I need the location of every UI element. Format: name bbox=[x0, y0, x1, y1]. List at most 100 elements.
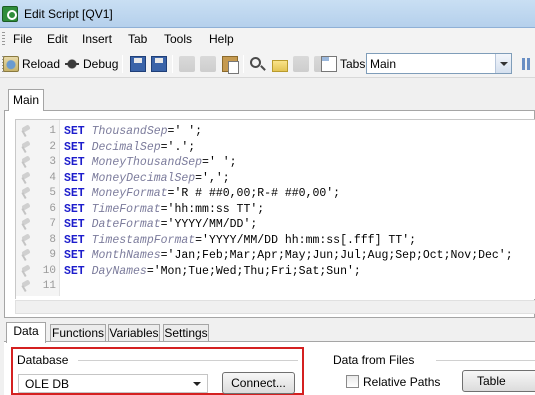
bottom-tab-strip: Data Functions Variables Settings bbox=[0, 320, 535, 343]
cut-icon bbox=[179, 56, 195, 72]
variable-name: MoneyFormat bbox=[91, 187, 168, 200]
save-icon bbox=[130, 56, 146, 72]
script-editor[interactable]: 1 SET ThousandSep=' '; 2 SET DecimalSep='.'… bbox=[15, 119, 535, 299]
line-code: SET MoneyThousandSep=' '; bbox=[64, 156, 237, 169]
pin-icon bbox=[20, 266, 32, 277]
undo-icon bbox=[293, 56, 309, 72]
database-select-value: OLE DB bbox=[25, 377, 70, 391]
script-line[interactable]: 6 SET TimeFormat='hh:mm:ss TT'; bbox=[16, 202, 535, 218]
panel-layout-icon[interactable] bbox=[522, 58, 535, 70]
variable-value: =' '; bbox=[167, 125, 203, 138]
copy-icon bbox=[200, 56, 216, 72]
menu-file[interactable]: File bbox=[13, 32, 32, 46]
script-line[interactable]: 1 SET ThousandSep=' '; bbox=[16, 124, 535, 140]
relative-paths-checkbox[interactable] bbox=[346, 375, 359, 388]
script-line[interactable]: 3 SET MoneyThousandSep=' '; bbox=[16, 155, 535, 171]
pin-icon bbox=[20, 219, 32, 230]
keyword: SET bbox=[64, 187, 85, 200]
database-select[interactable]: OLE DB bbox=[18, 374, 208, 393]
script-area: Main 1 SET ThousandSep=' '; 2 SET DecimalSe… bbox=[0, 79, 535, 319]
pin-icon bbox=[20, 126, 32, 137]
line-code: SET TimestampFormat='YYYY/MM/DD hh:mm:ss… bbox=[64, 234, 416, 247]
keyword: SET bbox=[64, 233, 85, 247]
folder-icon bbox=[272, 59, 288, 72]
tabs-button[interactable]: Tabs bbox=[318, 54, 365, 74]
line-code: SET MoneyDecimalSep=','; bbox=[64, 172, 230, 185]
database-legend: Database bbox=[17, 353, 69, 367]
line-number: 8 bbox=[49, 233, 56, 246]
menu-edit[interactable]: Edit bbox=[47, 32, 68, 46]
debug-button[interactable]: Debug bbox=[64, 54, 118, 74]
horizontal-scrollbar[interactable] bbox=[15, 300, 535, 314]
chevron-down-icon[interactable] bbox=[495, 54, 511, 73]
menu-insert[interactable]: Insert bbox=[82, 32, 112, 46]
variable-value: ='Jan;Feb;Mar;Apr;May;Jun;Jul;Aug;Sep;Oc… bbox=[160, 249, 513, 262]
script-line[interactable]: 11 bbox=[16, 279, 535, 295]
chevron-down-icon bbox=[193, 382, 201, 390]
keyword: SET bbox=[64, 249, 85, 262]
keyword: SET bbox=[64, 140, 85, 154]
menu-help[interactable]: Help bbox=[209, 32, 234, 46]
debug-label: Debug bbox=[83, 57, 119, 71]
debug-icon bbox=[64, 56, 80, 72]
tab-functions[interactable]: Functions bbox=[50, 324, 106, 342]
tabs-label: Tabs bbox=[340, 57, 366, 71]
variable-name: MonthNames bbox=[91, 249, 161, 262]
menu-bar: File Edit Insert Tab Tools Help bbox=[0, 28, 535, 50]
tabs-icon bbox=[321, 56, 337, 72]
pin-icon bbox=[20, 250, 32, 261]
line-number: 9 bbox=[49, 249, 56, 261]
line-number: 3 bbox=[49, 156, 56, 168]
save-as-icon bbox=[151, 56, 167, 72]
find-button[interactable] bbox=[250, 54, 264, 74]
menu-grip[interactable] bbox=[2, 32, 5, 46]
line-code: SET DateFormat='YYYY/MM/DD'; bbox=[64, 218, 257, 231]
script-line[interactable]: 9 SET MonthNames='Jan;Feb;Mar;Apr;May;Jun… bbox=[16, 248, 535, 264]
files-divider bbox=[436, 360, 535, 361]
line-code: SET DayNames='Mon;Tue;Wed;Thu;Fri;Sat;Su… bbox=[64, 265, 361, 278]
find-icon bbox=[250, 57, 261, 68]
menu-tools[interactable]: Tools bbox=[164, 32, 192, 46]
line-number: 1 bbox=[49, 125, 56, 137]
save-as-button[interactable] bbox=[151, 54, 167, 74]
title-bar: Edit Script [QV1] bbox=[0, 0, 535, 28]
variable-name: ThousandSep bbox=[91, 125, 168, 138]
tab-main[interactable]: Main bbox=[8, 89, 44, 111]
table-files-button[interactable]: Table Files... bbox=[462, 370, 535, 395]
reload-button[interactable]: Reload bbox=[3, 54, 60, 74]
line-number: 2 bbox=[49, 140, 56, 153]
script-line[interactable]: 10 SET DayNames='Mon;Tue;Wed;Thu;Fri;Sat;… bbox=[16, 264, 535, 280]
script-line[interactable]: 8 SET TimestampFormat='YYYY/MM/DD hh:mm:s… bbox=[16, 233, 535, 249]
pin-icon bbox=[20, 235, 32, 246]
variable-name: DecimalSep bbox=[91, 140, 161, 154]
tab-select-value: Main bbox=[370, 57, 397, 71]
database-divider bbox=[78, 360, 298, 361]
variable-value: ='Mon;Tue;Wed;Thu;Fri;Sat;Sun'; bbox=[146, 264, 361, 278]
script-line[interactable]: 4 SET MoneyDecimalSep=','; bbox=[16, 171, 535, 187]
tab-select[interactable]: Main bbox=[366, 53, 512, 74]
toolbar-separator bbox=[243, 55, 244, 73]
data-from-files-legend: Data from Files bbox=[333, 353, 415, 367]
line-number: 10 bbox=[42, 264, 56, 277]
variable-name: MoneyThousandSep bbox=[91, 156, 203, 169]
paste-button[interactable] bbox=[222, 54, 239, 74]
tab-variables[interactable]: Variables bbox=[108, 324, 160, 342]
menu-tab[interactable]: Tab bbox=[128, 32, 147, 46]
qlikview-app-icon bbox=[2, 6, 18, 22]
line-number: 4 bbox=[49, 171, 56, 184]
connect-button[interactable]: Connect... bbox=[222, 372, 295, 394]
tab-data[interactable]: Data bbox=[6, 322, 46, 343]
copy-button[interactable] bbox=[200, 54, 216, 74]
save-button[interactable] bbox=[130, 54, 146, 74]
tab-settings[interactable]: Settings bbox=[163, 324, 209, 342]
script-line[interactable]: 5 SET MoneyFormat='R # ##0,00;R-# ##0,00'… bbox=[16, 186, 535, 202]
script-line[interactable]: 7 SET DateFormat='YYYY/MM/DD'; bbox=[16, 217, 535, 233]
open-folder-button[interactable] bbox=[272, 54, 288, 74]
undo-button[interactable] bbox=[293, 54, 309, 74]
editor-panel: 1 SET ThousandSep=' '; 2 SET DecimalSep='.'… bbox=[4, 110, 535, 318]
line-number: 5 bbox=[49, 187, 56, 199]
keyword: SET bbox=[64, 218, 85, 231]
cut-button[interactable] bbox=[179, 54, 195, 74]
variable-value: =' '; bbox=[202, 156, 237, 169]
script-line[interactable]: 2 SET DecimalSep='.'; bbox=[16, 140, 535, 156]
